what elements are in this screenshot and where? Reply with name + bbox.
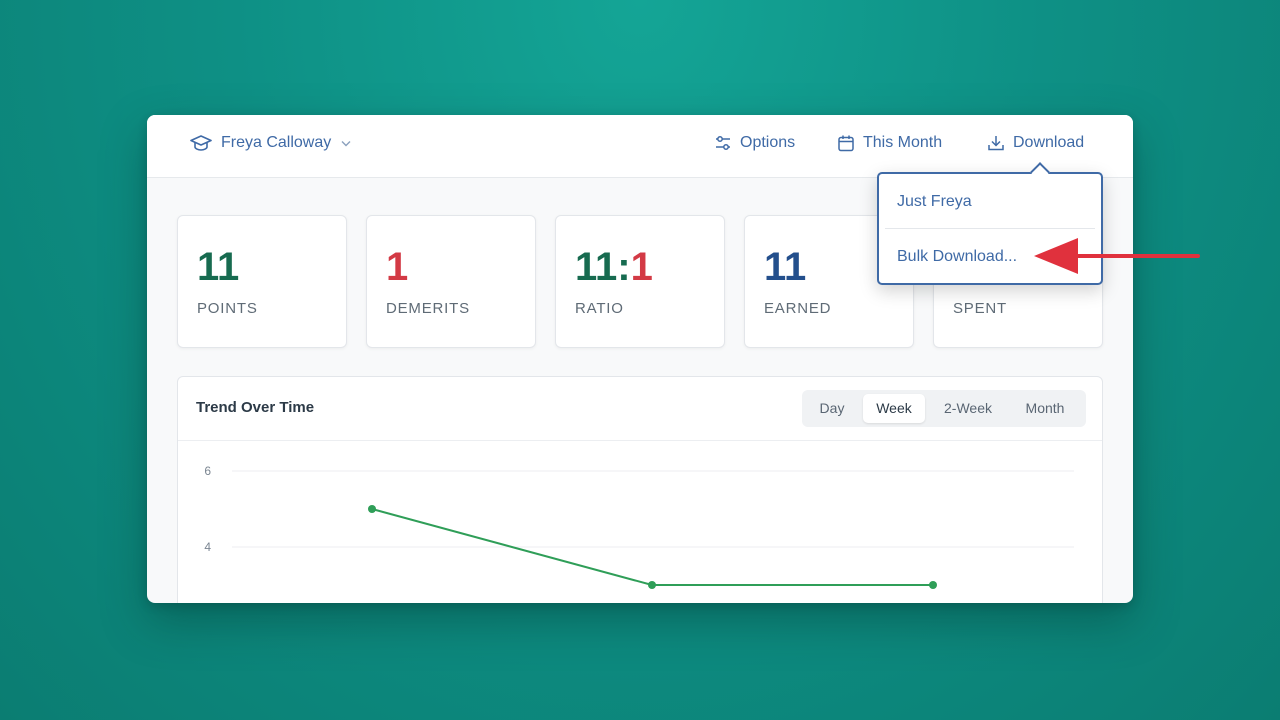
graduation-cap-icon: [190, 135, 212, 151]
trend-title: Trend Over Time: [196, 399, 315, 416]
menu-divider: [885, 228, 1095, 229]
chevron-down-icon: [341, 140, 351, 146]
ratio-sep: :: [617, 245, 631, 289]
ratio-value: 11:1: [575, 244, 653, 290]
menu-item-bulk-download[interactable]: Bulk Download...: [897, 248, 1017, 266]
ratio-right: 1: [630, 245, 653, 289]
download-button[interactable]: Download: [987, 132, 1084, 154]
spent-label: SPENT: [953, 300, 1008, 317]
earned-value: 11: [764, 245, 807, 289]
calendar-icon: [838, 135, 854, 152]
points-value: 11: [197, 245, 240, 289]
demerits-value: 1: [386, 245, 409, 289]
demerits-label: DEMERITS: [386, 300, 470, 317]
y-tick-label: 6: [204, 464, 211, 478]
data-point: [648, 581, 656, 589]
y-tick-label: 4: [204, 540, 211, 554]
data-point: [368, 505, 376, 513]
student-name: Freya Calloway: [221, 134, 332, 151]
sliders-icon: [716, 136, 730, 150]
ratio-label: RATIO: [575, 300, 624, 317]
range-segmented-control: Day Week 2-Week Month: [802, 390, 1086, 427]
points-label: POINTS: [197, 300, 258, 317]
trend-header: Trend Over Time Day Week 2-Week Month: [178, 377, 1102, 441]
options-label: Options: [740, 134, 796, 151]
student-selector[interactable]: Freya Calloway: [190, 132, 360, 154]
earned-label: EARNED: [764, 300, 832, 317]
stat-card-demerits: 1 DEMERITS: [366, 215, 536, 348]
menu-item-just-freya[interactable]: Just Freya: [897, 193, 972, 211]
period-label: This Month: [863, 134, 943, 151]
options-button[interactable]: Options: [714, 132, 795, 154]
stat-card-points: 11 POINTS: [177, 215, 347, 348]
top-bar: Freya Calloway Options This Month Downlo…: [147, 115, 1133, 178]
period-button[interactable]: This Month: [837, 132, 942, 154]
range-month[interactable]: Month: [1010, 394, 1080, 423]
stat-card-ratio: 11:1 RATIO: [555, 215, 725, 348]
data-point: [929, 581, 937, 589]
range-week[interactable]: Week: [863, 394, 925, 423]
range-day[interactable]: Day: [808, 394, 856, 423]
ratio-left: 11: [575, 245, 618, 289]
download-label: Download: [1013, 134, 1085, 151]
trend-chart: 64: [204, 464, 1074, 589]
annotation-arrow-icon: [1034, 238, 1200, 274]
download-icon: [988, 136, 1004, 151]
range-2-week[interactable]: 2-Week: [933, 394, 1003, 423]
trend-panel: Trend Over Time Day Week 2-Week Month 64: [177, 376, 1103, 603]
